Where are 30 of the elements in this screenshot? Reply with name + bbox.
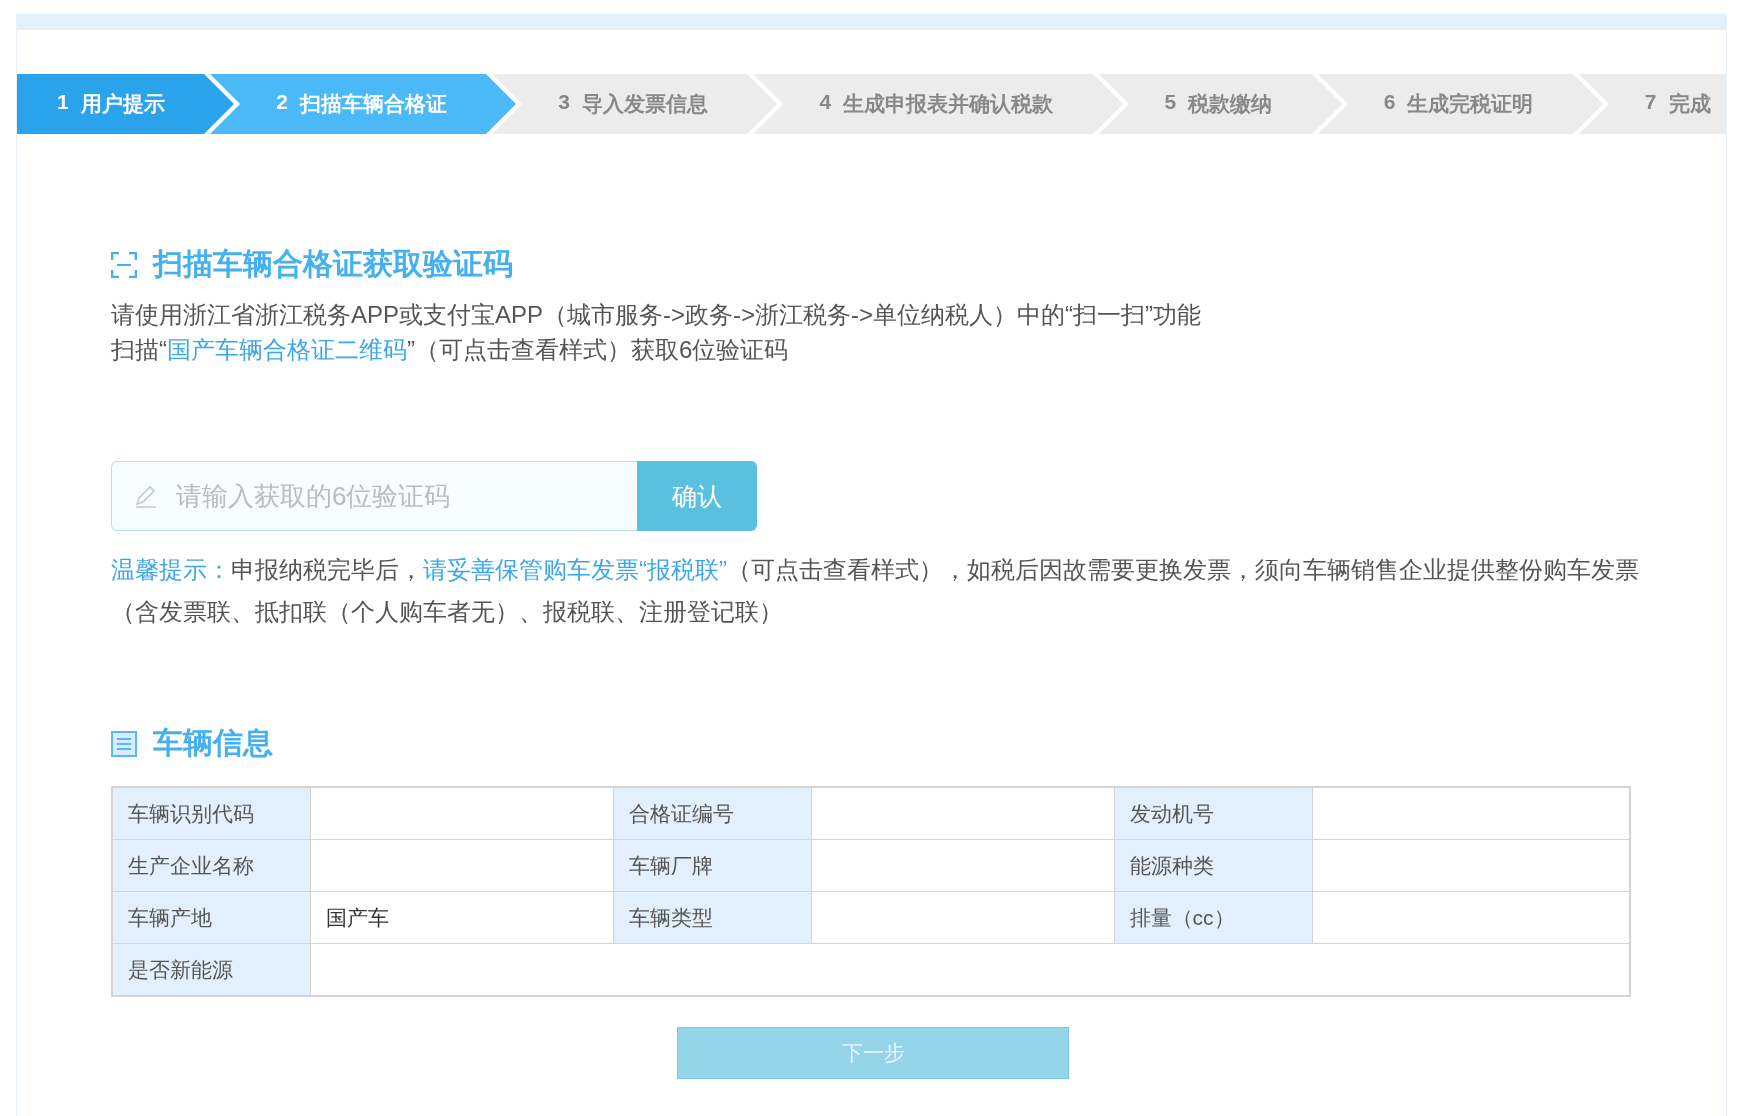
section-title: 车辆信息 — [153, 725, 273, 761]
pencil-icon — [133, 483, 159, 509]
field-label: 车辆厂牌 — [613, 839, 811, 892]
link[interactable]: 国产车辆合格证二维码 — [167, 336, 407, 363]
code-input-field[interactable]: 请输入获取的6位验证码 — [111, 461, 637, 531]
field-label: 车辆识别代码 — [112, 787, 310, 840]
section-title: 扫描车辆合格证获取验证码 — [153, 246, 513, 282]
scan-icon — [111, 251, 137, 278]
instruction-text: 扫描“国产车辆合格证二维码”（可点击查看样式）获取6位验证码 — [111, 335, 790, 365]
link[interactable]: 请妥善保管购车发票“报税联” — [423, 556, 727, 583]
field-label: 车辆类型 — [613, 891, 811, 944]
field-label: 排量（cc） — [1114, 891, 1312, 944]
field-label: 车辆产地 — [112, 891, 310, 944]
step-tab[interactable]: 6 生成完税证明 — [1347, 74, 1609, 134]
field-label: 是否新能源 — [112, 943, 310, 996]
confirm-button[interactable]: 确认 — [637, 461, 757, 531]
step-tab[interactable]: 5 税款缴纳 — [1128, 74, 1348, 134]
list-icon — [111, 730, 137, 757]
field-label: 发动机号 — [1114, 787, 1312, 840]
step-tab[interactable]: 7 完成 — [1608, 74, 1726, 134]
field-label: 能源种类 — [1114, 839, 1312, 892]
field-value: 国产车 — [310, 891, 613, 944]
step-tab[interactable]: 4 生成申报表并确认税款 — [783, 74, 1129, 134]
field-label: 生产企业名称 — [112, 839, 310, 892]
step-tab[interactable]: 1 用户提示 — [17, 74, 241, 134]
field-label: 合格证编号 — [613, 787, 811, 840]
instruction-text: 请使用浙江省浙江税务APP或支付宝APP（城市服务->政务->浙江税务->单位纳税人）中的“扫一扫”功能 — [111, 300, 1203, 330]
step-tab[interactable]: 2 扫描车辆合格证 — [240, 74, 523, 134]
step-tab[interactable]: 3 导入发票信息 — [522, 74, 784, 134]
tip-text: 温馨提示：申报纳税完毕后，请妥善保管购车发票“报税联”（可点击查看样式），如税后因故需要更换发票，须向车辆销售企业提供整份购车发票（含发票联、抵扣联（个人购车者无）、报税联、注册登记联） — [111, 555, 1640, 627]
